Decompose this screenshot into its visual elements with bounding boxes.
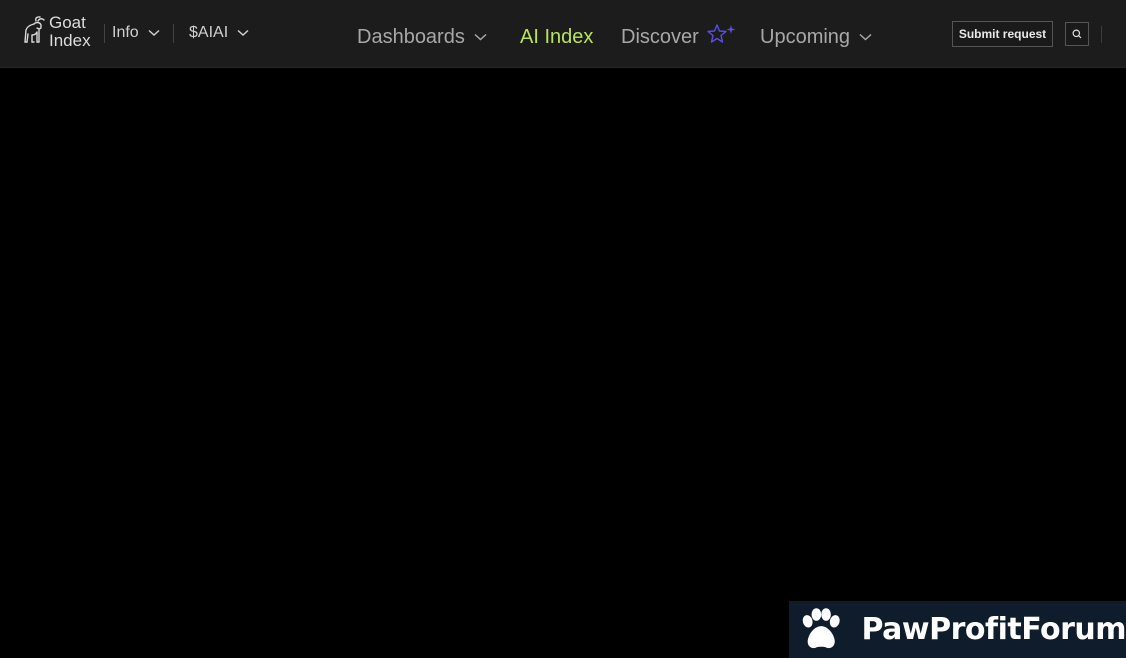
watermark-text: PawProfitForum <box>861 612 1126 647</box>
chevron-down-icon <box>237 29 249 37</box>
nav-discover[interactable]: Discover <box>621 24 699 50</box>
sparkle-star-icon <box>707 24 736 43</box>
search-icon <box>1072 29 1082 39</box>
nav-dashboards-label: Dashboards <box>357 25 465 48</box>
nav-ai-index-label: AI Index <box>520 25 594 48</box>
chevron-down-icon <box>859 33 872 41</box>
page: Goat Index Info $AIAI Dashboards AI Inde… <box>0 0 1126 658</box>
logo-line-2: Index <box>49 31 91 50</box>
goat-icon <box>24 16 45 43</box>
submit-request-button[interactable]: Submit request <box>952 21 1053 47</box>
nav-upcoming-label: Upcoming <box>760 25 851 48</box>
paw-icon <box>802 607 840 648</box>
nav-ai-index[interactable]: AI Index <box>520 24 593 50</box>
token-menu[interactable]: $AIAI <box>189 22 249 44</box>
logo-text: Goat Index <box>49 14 91 50</box>
chevron-down-icon <box>474 33 487 41</box>
info-menu[interactable]: Info <box>112 22 160 44</box>
divider <box>173 24 174 43</box>
logo-line-1: Goat <box>49 13 86 32</box>
divider <box>104 24 105 43</box>
search-button[interactable] <box>1065 22 1089 46</box>
logo-link[interactable]: Goat Index <box>22 14 91 50</box>
info-menu-label: Info <box>112 24 139 41</box>
top-header: Goat Index Info $AIAI Dashboards AI Inde… <box>0 0 1126 68</box>
divider <box>1101 26 1102 43</box>
chevron-down-icon <box>148 29 160 37</box>
nav-upcoming[interactable]: Upcoming <box>760 24 872 50</box>
nav-dashboards[interactable]: Dashboards <box>357 24 487 50</box>
nav-discover-label: Discover <box>621 25 699 48</box>
watermark-banner: PawProfitForum <box>789 601 1126 658</box>
token-menu-label: $AIAI <box>189 24 229 41</box>
